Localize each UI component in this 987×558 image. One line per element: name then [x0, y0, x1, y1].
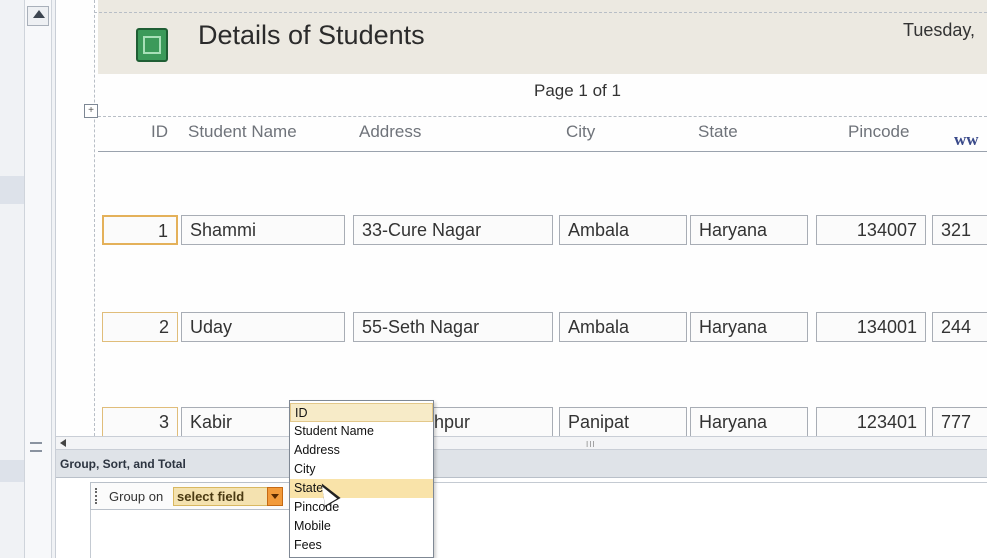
- drag-handle-icon[interactable]: [95, 488, 98, 504]
- field-id[interactable]: 3: [102, 407, 178, 436]
- arrow-left-icon[interactable]: [60, 439, 66, 447]
- horizontal-scrollbar[interactable]: III: [56, 436, 987, 450]
- layout-move-handle-icon[interactable]: +: [84, 104, 98, 118]
- report-date[interactable]: Tuesday,: [903, 20, 975, 41]
- vertical-scrollbar[interactable]: [24, 0, 52, 558]
- column-header-city[interactable]: City: [566, 122, 595, 142]
- field-state[interactable]: Haryana: [690, 215, 808, 245]
- left-navigation-strip: [0, 0, 56, 558]
- column-header-line: [98, 151, 987, 152]
- dropdown-option-id[interactable]: ID: [290, 403, 433, 422]
- dropdown-button[interactable]: [267, 487, 283, 506]
- field-state[interactable]: Haryana: [690, 312, 808, 342]
- arrow-up-icon: [33, 10, 45, 18]
- dropdown-option-city[interactable]: City: [290, 460, 433, 479]
- field-pincode[interactable]: 123401: [816, 407, 926, 436]
- nav-block: [0, 460, 24, 482]
- field-dropdown-list: ID Student Name Address City State Pinco…: [289, 400, 434, 558]
- dropdown-option-student-name[interactable]: Student Name: [290, 422, 433, 441]
- column-header-student-name[interactable]: Student Name: [188, 122, 297, 142]
- field-student-name[interactable]: Uday: [181, 312, 345, 342]
- pane-title: Group, Sort, and Total: [56, 450, 987, 478]
- field-address[interactable]: 55-Seth Nagar: [353, 312, 553, 342]
- watermark-text: ww: [954, 130, 979, 149]
- dropdown-option-address[interactable]: Address: [290, 441, 433, 460]
- scroll-up-button[interactable]: [27, 6, 49, 26]
- field-pincode[interactable]: 134001: [816, 312, 926, 342]
- dropdown-option-state[interactable]: State: [290, 479, 433, 498]
- margin-guide: [94, 0, 95, 436]
- field-city[interactable]: Ambala: [559, 215, 687, 245]
- report-icon: [136, 28, 168, 62]
- column-header-pincode[interactable]: Pincode: [848, 122, 909, 142]
- dropdown-option-fees[interactable]: Fees: [290, 536, 433, 555]
- dropdown-option-pincode[interactable]: Pincode: [290, 498, 433, 517]
- group-on-label: Group on: [109, 489, 164, 504]
- field-state[interactable]: Haryana: [690, 407, 808, 436]
- report-design-area: Details of Students Tuesday, Page 1 of 1…: [56, 0, 987, 436]
- field-mobile[interactable]: 244: [932, 312, 987, 342]
- dropdown-option-mobile[interactable]: Mobile: [290, 517, 433, 536]
- field-pincode[interactable]: 134007: [816, 215, 926, 245]
- section-divider: [98, 116, 987, 117]
- column-header-id[interactable]: ID: [151, 122, 168, 142]
- field-id[interactable]: 2: [102, 312, 178, 342]
- field-mobile[interactable]: 321: [932, 215, 987, 245]
- field-id[interactable]: 1: [102, 215, 178, 245]
- field-city[interactable]: Ambala: [559, 312, 687, 342]
- field-student-name[interactable]: Shammi: [181, 215, 345, 245]
- field-mobile[interactable]: 777: [932, 407, 987, 436]
- chevron-down-icon: [271, 494, 279, 499]
- page-number[interactable]: Page 1 of 1: [534, 81, 621, 101]
- report-title[interactable]: Details of Students: [198, 20, 425, 51]
- nav-block: [0, 176, 24, 204]
- splitter-grip-icon[interactable]: [30, 442, 42, 452]
- column-header-state[interactable]: State: [698, 122, 738, 142]
- field-address[interactable]: 33-Cure Nagar: [353, 215, 553, 245]
- column-header-address[interactable]: Address: [359, 122, 421, 142]
- section-divider: [94, 12, 987, 13]
- scroll-thumb-grip[interactable]: III: [586, 440, 596, 449]
- field-city[interactable]: Panipat: [559, 407, 687, 436]
